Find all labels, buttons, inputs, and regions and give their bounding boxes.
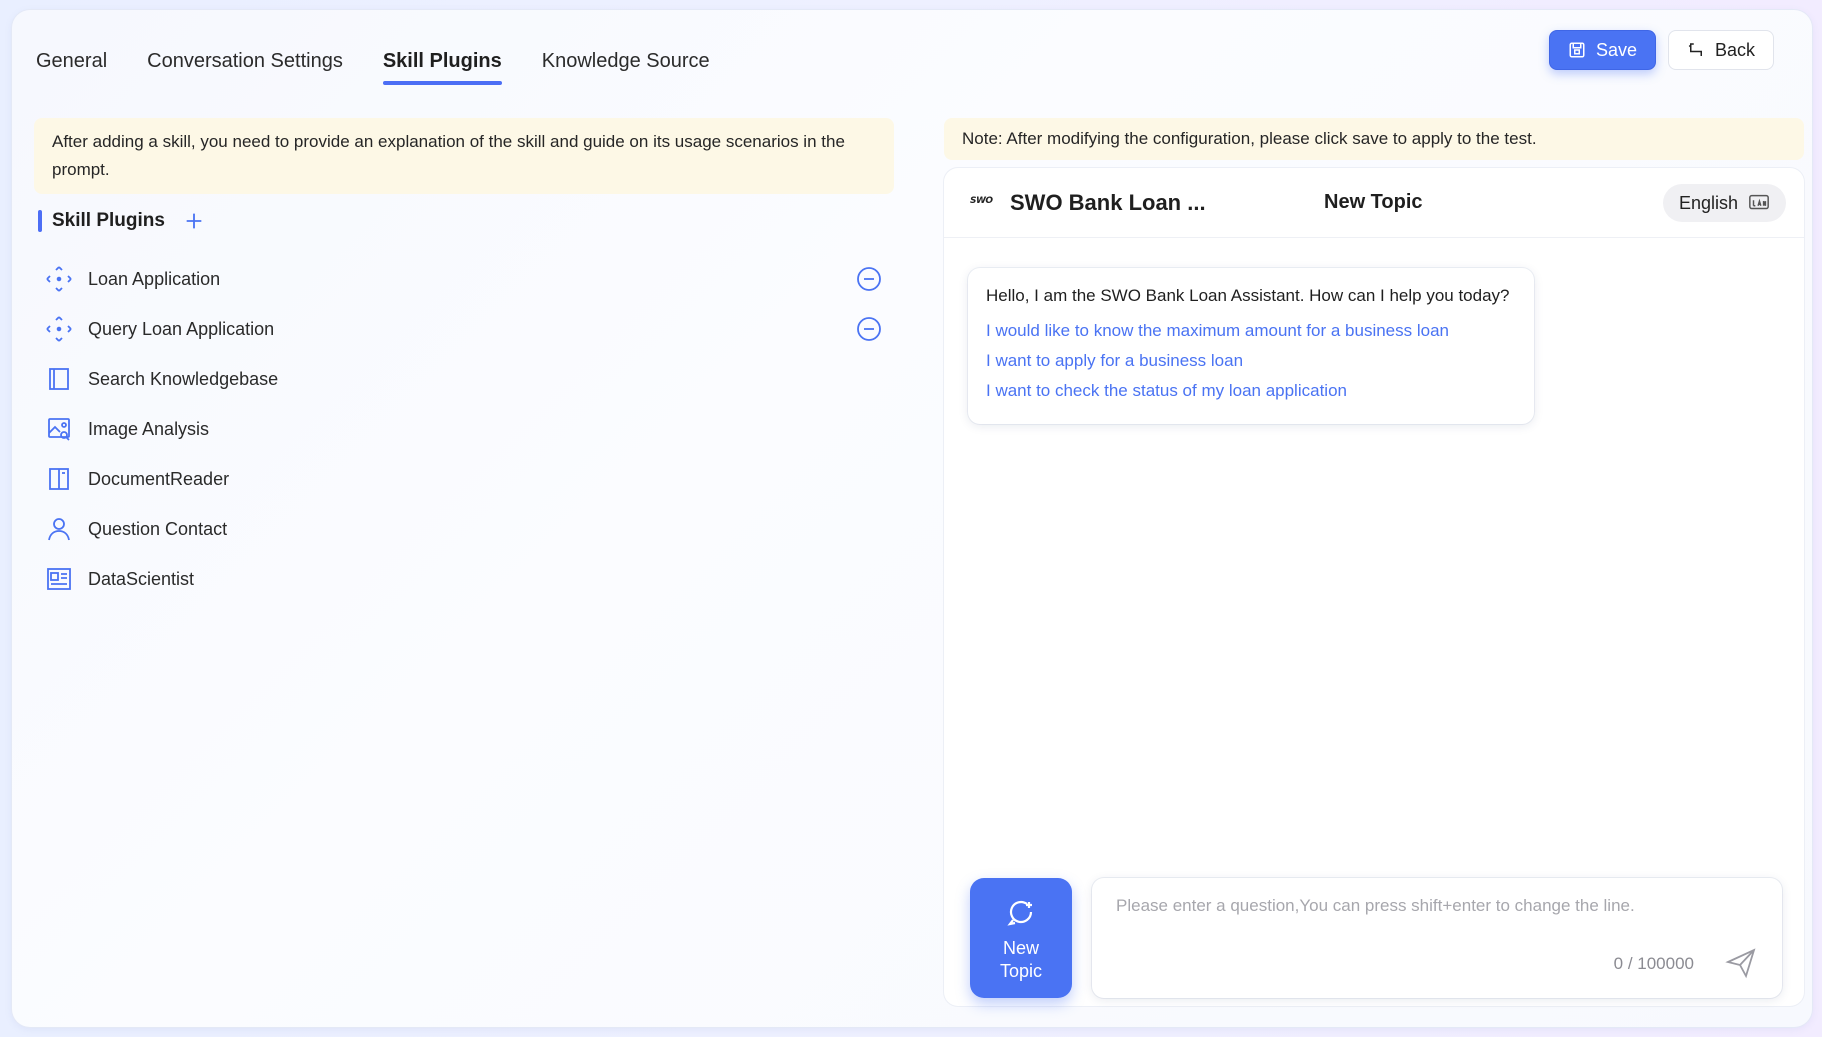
tab-bar: General Conversation Settings Skill Plug… (36, 50, 710, 85)
add-plugin-icon[interactable] (183, 210, 205, 232)
plugin-item-data-scientist[interactable]: DataScientist (44, 554, 894, 604)
plugin-item-search-knowledgebase[interactable]: Search Knowledgebase (44, 354, 894, 404)
plugin-list: Loan Application Query Loan Application … (44, 254, 894, 604)
plugin-label: Loan Application (88, 268, 221, 289)
remove-circle-icon[interactable] (856, 266, 882, 292)
brand-logo: SWO (970, 195, 993, 206)
dashboard-icon (47, 568, 71, 590)
skill-notice: After adding a skill, you need to provid… (34, 118, 894, 194)
tab-conversation-settings[interactable]: Conversation Settings (147, 50, 343, 85)
message-input[interactable] (1116, 896, 1756, 936)
save-button-label: Save (1595, 39, 1637, 60)
remove-circle-icon[interactable] (856, 316, 882, 342)
api-diamond-icon (46, 266, 72, 292)
tab-knowledge-source[interactable]: Knowledge Source (542, 50, 710, 85)
skill-plugins-header: Skill Plugins (38, 210, 894, 232)
suggestion-link[interactable]: I would like to know the maximum amount … (986, 316, 1516, 346)
plugin-label: Query Loan Application (88, 318, 275, 339)
plugin-label: DataScientist (88, 568, 195, 589)
book-icon (49, 368, 69, 390)
new-topic-button[interactable]: New Topic (970, 878, 1072, 998)
plugin-item-query-loan-application[interactable]: Query Loan Application (44, 304, 894, 354)
chat-window: SWO SWO Bank Loan ... New Topic English … (944, 168, 1804, 1006)
save-button[interactable]: Save (1548, 30, 1656, 70)
test-chat-panel: Note: After modifying the configuration,… (944, 118, 1804, 1006)
language-selector[interactable]: English (1662, 184, 1786, 222)
greeting-text: Hello, I am the SWO Bank Loan Assistant.… (986, 286, 1510, 305)
image-search-icon (48, 418, 70, 441)
suggestion-link[interactable]: I want to apply for a business loan (986, 346, 1516, 376)
header-actions: Save Back (1548, 30, 1774, 70)
plugin-label: Image Analysis (88, 418, 210, 439)
plugin-item-question-contact[interactable]: Question Contact (44, 504, 894, 554)
new-chat-icon (1007, 900, 1033, 926)
message-composer: 0 / 100000 (1092, 878, 1782, 998)
language-label: English (1678, 192, 1738, 213)
assistant-message: Hello, I am the SWO Bank Loan Assistant.… (968, 268, 1534, 424)
bot-name: SWO Bank Loan ... (1010, 189, 1206, 215)
plugin-label: Question Contact (88, 518, 228, 539)
tab-general[interactable]: General (36, 50, 107, 85)
api-diamond-icon (46, 316, 72, 342)
new-topic-label-line1: New (1002, 938, 1039, 958)
plugin-item-loan-application[interactable]: Loan Application (44, 254, 894, 304)
char-counter: 0 / 100000 (1613, 954, 1694, 973)
chat-header: SWO SWO Bank Loan ... New Topic English (944, 168, 1804, 238)
back-icon (1688, 43, 1702, 56)
new-topic-label-line2: Topic (999, 961, 1043, 981)
skill-plugins-panel: After adding a skill, you need to provid… (34, 118, 894, 604)
suggestion-link[interactable]: I want to check the status of my loan ap… (986, 376, 1516, 406)
config-note: Note: After modifying the configuration,… (944, 118, 1804, 160)
plugin-item-document-reader[interactable]: DocumentReader (44, 454, 894, 504)
plugin-item-image-analysis[interactable]: Image Analysis (44, 404, 894, 454)
back-button[interactable]: Back (1667, 30, 1774, 70)
document-icon (49, 468, 69, 490)
app-frame: General Conversation Settings Skill Plug… (12, 10, 1812, 1027)
back-button-label: Back (1714, 39, 1755, 60)
section-accent-bar (38, 210, 42, 232)
plugin-label: Search Knowledgebase (88, 368, 279, 389)
save-icon (1569, 42, 1585, 58)
topic-title: New Topic (1324, 191, 1423, 213)
tab-skill-plugins[interactable]: Skill Plugins (382, 50, 502, 85)
user-icon (48, 518, 70, 541)
send-icon[interactable] (1724, 946, 1758, 980)
language-icon (1749, 194, 1769, 210)
section-title: Skill Plugins (52, 210, 165, 231)
plugin-label: DocumentReader (88, 468, 230, 489)
